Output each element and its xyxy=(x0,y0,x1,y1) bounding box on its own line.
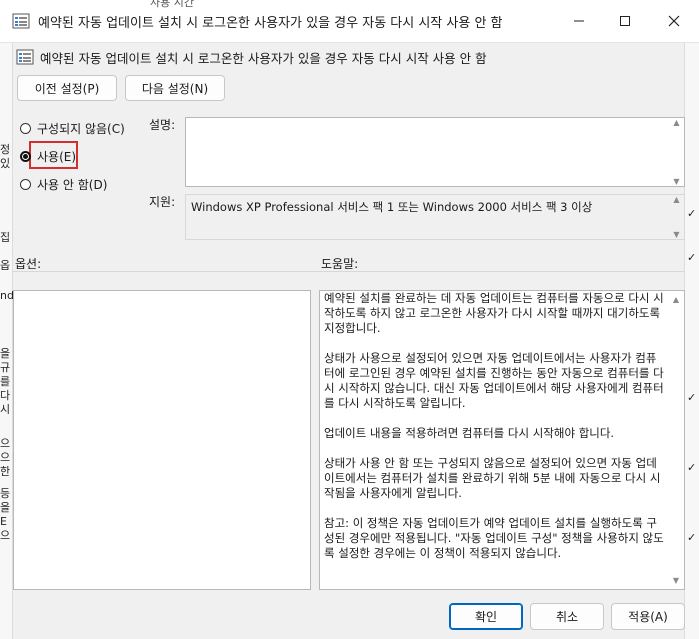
help-label: 도움말: xyxy=(321,257,359,271)
background-text: 있 xyxy=(0,157,11,170)
supported-box: Windows XP Professional 서비스 팩 1 또는 Windo… xyxy=(185,194,685,240)
radio-checked-icon xyxy=(20,151,31,162)
scroll-up-icon: ▲ xyxy=(672,295,680,304)
cancel-button[interactable]: 취소 xyxy=(530,603,604,630)
background-text: 으 xyxy=(0,451,11,464)
window-title: 예약된 자동 업데이트 설치 시 로그온한 사용자가 있을 경우 자동 다시 시… xyxy=(38,16,503,31)
radio-not-configured[interactable]: 구성되지 않음(C) xyxy=(20,120,125,137)
background-text: nd xyxy=(0,289,14,302)
background-check: ✓ xyxy=(687,531,697,544)
radio-label: 구성되지 않음(C) xyxy=(37,122,125,136)
title-bar: 사용 시간 예약된 자동 업데이트 설치 시 로그온한 사용자가 있을 경우 자… xyxy=(0,0,699,43)
policy-settings-icon xyxy=(16,49,34,65)
background-text: E xyxy=(0,515,7,528)
supported-label: 지원: xyxy=(149,195,176,209)
options-label: 옵션: xyxy=(15,257,42,271)
comment-textarea[interactable]: ▲ ▼ xyxy=(185,117,685,187)
background-text: 시 xyxy=(0,403,11,416)
close-button[interactable] xyxy=(648,0,699,42)
supported-value: Windows XP Professional 서비스 팩 1 또는 Windo… xyxy=(191,200,593,214)
close-icon xyxy=(668,15,679,27)
scroll-up-icon: ▲ xyxy=(673,195,680,204)
options-panel[interactable] xyxy=(13,290,311,590)
maximize-button[interactable] xyxy=(602,0,648,42)
help-paragraph: 예약된 설치를 완료하는 데 자동 업데이트는 컴퓨터를 자동으로 다시 시작하… xyxy=(324,291,664,335)
radio-label: 사용 안 함(D) xyxy=(37,178,108,192)
background-text: 으 xyxy=(0,437,11,450)
minimize-button[interactable] xyxy=(556,0,602,42)
background-text: 규 xyxy=(0,361,11,374)
scroll-down-icon: ▼ xyxy=(672,576,680,585)
radio-label: 사용(E) xyxy=(37,150,77,164)
background-window-left: 정 있 집 옵 nd 을 규 를 다 시 으 으 한 등 을 E 으 xyxy=(0,42,14,639)
background-text: 등 xyxy=(0,487,11,500)
ok-button[interactable]: 확인 xyxy=(449,603,523,630)
maximize-icon xyxy=(620,16,630,26)
previous-setting-button[interactable]: 이전 설정(P) xyxy=(17,75,117,101)
background-check: ✓ xyxy=(687,391,697,404)
minimize-icon xyxy=(574,20,584,22)
background-text: 집 xyxy=(0,231,11,244)
background-title-fragment: 사용 시간 xyxy=(150,0,194,9)
comment-label: 설명: xyxy=(149,118,176,132)
help-paragraph: 상태가 사용으로 설정되어 있으면 자동 업데이트에서는 사용자가 컴퓨터에 로… xyxy=(324,351,664,410)
radio-unchecked-icon xyxy=(20,179,31,190)
scroll-down-icon: ▼ xyxy=(673,177,680,186)
scroll-up-icon: ▲ xyxy=(673,118,680,127)
background-check: ✓ xyxy=(687,461,697,474)
background-check: ✓ xyxy=(687,251,697,264)
background-text: 다 xyxy=(0,389,11,402)
help-paragraph: 상태가 사용 안 함 또는 구성되지 않음으로 설정되어 있으면 자동 업데이트… xyxy=(324,456,661,500)
background-text: 옵 xyxy=(0,259,11,272)
help-paragraph: 참고: 이 정책은 자동 업데이트가 예약 업데이트 설치를 실행하도록 구성된… xyxy=(324,516,664,560)
background-text: 을 xyxy=(0,501,11,514)
background-text: 한 xyxy=(0,465,11,478)
policy-name: 예약된 자동 업데이트 설치 시 로그온한 사용자가 있을 경우 자동 다시 시… xyxy=(40,51,487,66)
background-window-right: ✓ ✓ ✓ ✓ ✓ xyxy=(684,42,699,639)
help-scrollbar[interactable]: ▲ ▼ xyxy=(668,291,684,589)
help-paragraph: 업데이트 내용을 적용하려면 컴퓨터를 다시 시작해야 합니다. xyxy=(324,426,615,440)
supported-scrollbar[interactable]: ▲ ▼ xyxy=(669,195,684,239)
background-text: 을 xyxy=(0,347,11,360)
next-setting-button[interactable]: 다음 설정(N) xyxy=(125,75,225,101)
comment-scrollbar[interactable]: ▲ ▼ xyxy=(669,118,684,186)
radio-unchecked-icon xyxy=(20,123,31,134)
help-text: 예약된 설치를 완료하는 데 자동 업데이트는 컴퓨터를 자동으로 다시 시작하… xyxy=(321,290,669,588)
scroll-down-icon: ▼ xyxy=(673,230,680,239)
background-text: 를 xyxy=(0,375,11,388)
policy-settings-icon xyxy=(12,13,30,29)
background-text: 정 xyxy=(0,143,11,156)
divider xyxy=(13,271,685,272)
radio-enabled[interactable]: 사용(E) xyxy=(20,148,76,165)
radio-disabled[interactable]: 사용 안 함(D) xyxy=(20,176,107,193)
background-text: 으 xyxy=(0,529,11,542)
background-check: ✓ xyxy=(687,207,697,220)
apply-button[interactable]: 적용(A) xyxy=(611,603,685,630)
